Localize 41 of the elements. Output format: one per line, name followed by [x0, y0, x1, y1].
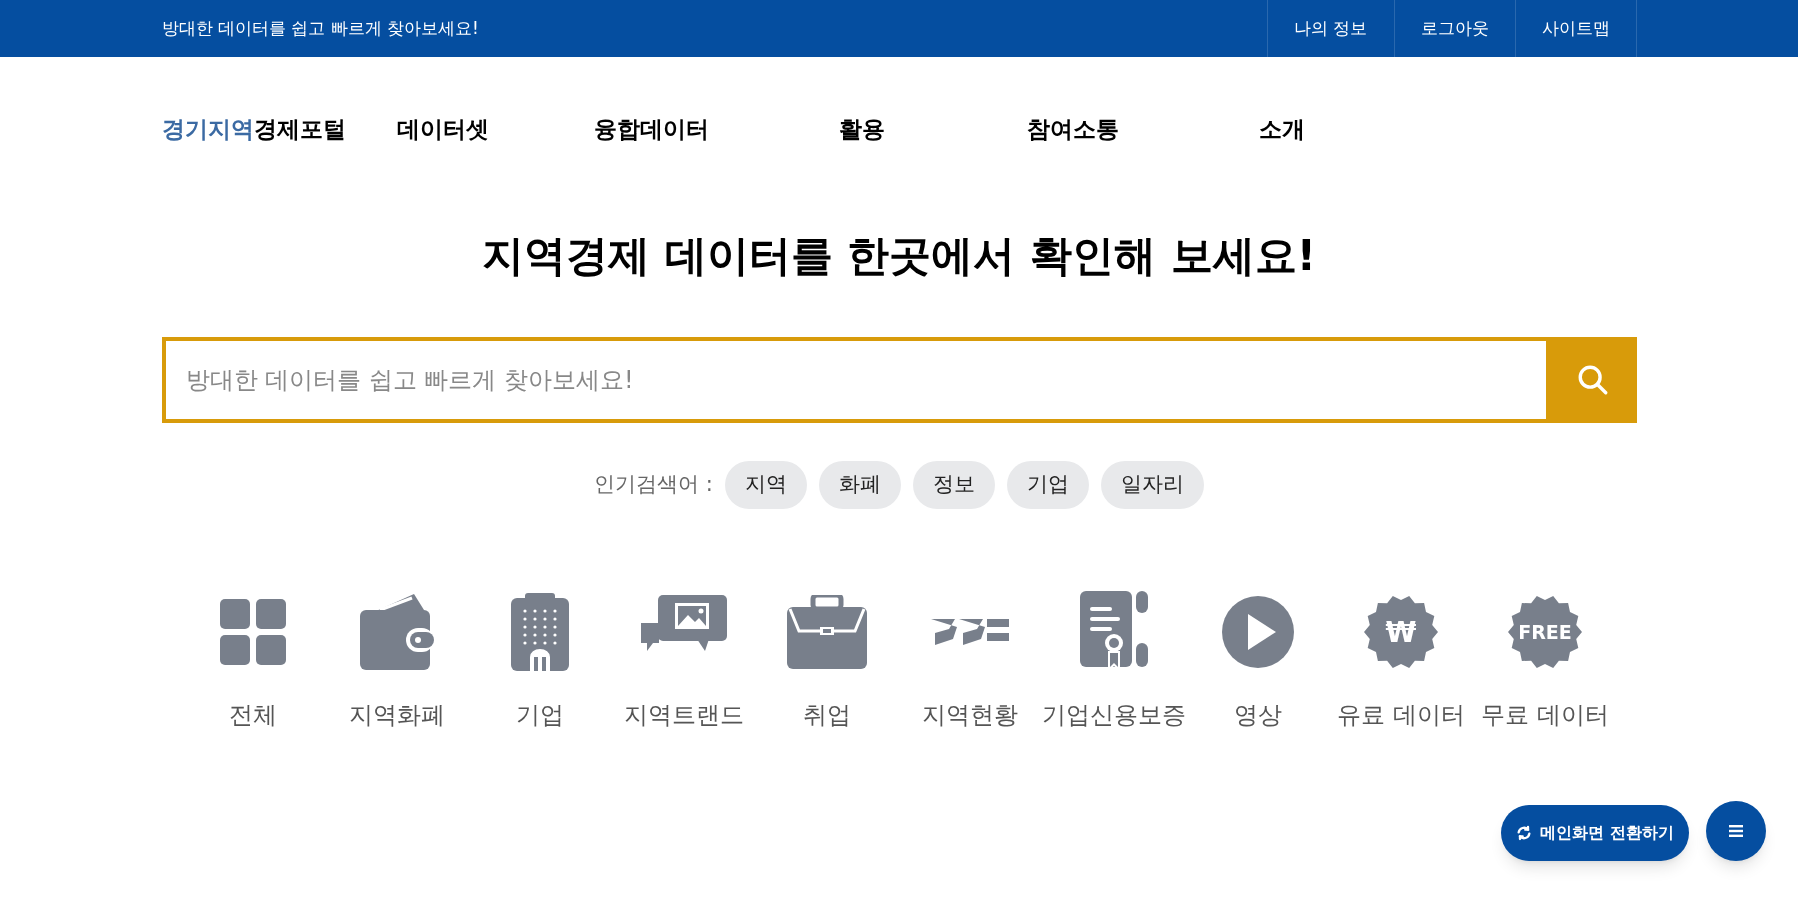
- category-link[interactable]: 취업: [755, 589, 899, 733]
- headline: 지역경제 데이터를 한곳에서 확인해 보세요!: [481, 230, 1317, 282]
- category-link[interactable]: 지역현황: [898, 589, 1043, 733]
- building-icon: [511, 593, 570, 671]
- category-link[interactable]: 영상: [1186, 589, 1330, 733]
- category-link[interactable]: 기업신용보증: [1042, 589, 1187, 733]
- slogan-text: 방대한 데이터를 쉽고 빠르게 찾아보세요!: [161, 16, 479, 40]
- keyword-chip[interactable]: 정보: [912, 461, 995, 509]
- search-field[interactable]: 방대한 데이터를 쉽고 빠르게 찾아보세요!: [161, 337, 1550, 423]
- popular-label: 인기검색어 :: [594, 471, 713, 499]
- stripes-icon: [931, 617, 1010, 647]
- nav-link[interactable]: 융합데이터: [593, 112, 839, 147]
- keyword-chip[interactable]: 일자리: [1100, 461, 1204, 509]
- menu-button[interactable]: [1706, 801, 1766, 861]
- nav-link[interactable]: 소개: [1258, 112, 1409, 147]
- search-icon: [1576, 363, 1610, 397]
- category-link[interactable]: 지역화폐: [324, 589, 469, 733]
- keyword-chip[interactable]: 화폐: [818, 461, 901, 509]
- nav-link[interactable]: 데이터셋: [396, 112, 594, 147]
- briefcase-icon: [786, 595, 867, 669]
- play-icon: [1221, 596, 1294, 668]
- keyword-chip[interactable]: 기업: [1006, 461, 1089, 509]
- top-link[interactable]: 사이트맵: [1515, 0, 1637, 57]
- category-link[interactable]: 전체: [181, 589, 325, 733]
- menu-icon: [1729, 825, 1743, 837]
- nav-link[interactable]: 참여소통: [1026, 112, 1259, 147]
- category-link[interactable]: 지역트랜드: [611, 589, 756, 733]
- grid-icon: [220, 599, 287, 665]
- top-link[interactable]: 로그아웃: [1394, 0, 1516, 57]
- keyword-chip[interactable]: 지역: [724, 461, 807, 509]
- top-link[interactable]: 나의 정보: [1268, 0, 1395, 57]
- refresh-icon: [1516, 825, 1533, 841]
- switch-main-button[interactable]: 메인화면 전환하기: [1501, 805, 1689, 861]
- nav-link[interactable]: 활용: [838, 112, 1027, 147]
- category-link[interactable]: FREE 무료 데이터: [1473, 589, 1617, 733]
- badge-icon: ₩: [1364, 595, 1439, 669]
- category-link[interactable]: 기업: [468, 589, 612, 733]
- badge-icon: FREE: [1507, 595, 1582, 669]
- site-logo[interactable]: 경기지역경제포털: [161, 112, 397, 147]
- category-link[interactable]: ₩ 유료 데이터: [1329, 589, 1473, 733]
- wallet-icon: [359, 594, 434, 670]
